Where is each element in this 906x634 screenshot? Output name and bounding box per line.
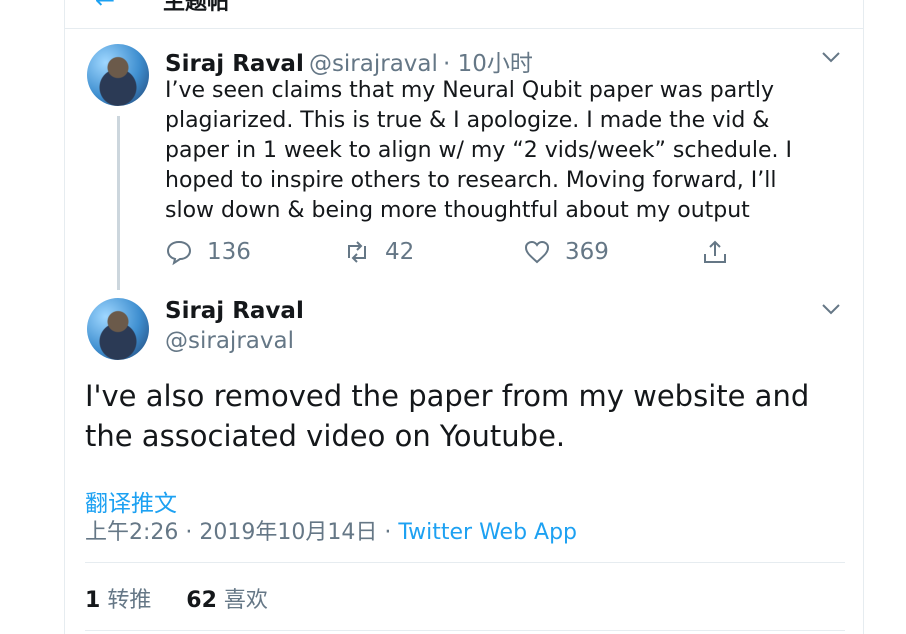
translate-tweet-link[interactable]: 翻译推文: [85, 484, 177, 518]
like-button[interactable]: 369: [523, 238, 609, 266]
divider: [85, 562, 845, 563]
tweet-text: I’ve seen claims that my Neural Qubit pa…: [165, 78, 792, 223]
retweets-stat[interactable]: 1 转推: [85, 588, 151, 613]
like-count: 369: [565, 239, 609, 265]
avatar[interactable]: [87, 298, 149, 360]
author-handle[interactable]: @sirajraval: [165, 328, 294, 354]
tweet-timestamp[interactable]: 上午2:26 · 2019年10月14日 ·: [85, 520, 398, 545]
avatar[interactable]: [87, 44, 149, 106]
author-handle[interactable]: @sirajraval: [309, 51, 438, 77]
retweet-count: 42: [385, 239, 415, 265]
chevron-down-icon[interactable]: [821, 300, 841, 321]
engagement-stats: 1 转推 62 喜欢: [85, 582, 268, 614]
reply-icon: [166, 240, 192, 266]
share-button[interactable]: [701, 238, 743, 266]
tweet-header: Siraj Raval @sirajraval · 10小时: [165, 44, 533, 78]
likes-number: 62: [186, 588, 217, 613]
divider: [85, 630, 845, 631]
tweet-time[interactable]: · 10小时: [443, 51, 533, 77]
retweet-icon: [348, 241, 366, 263]
reply-count: 136: [207, 239, 251, 265]
tweet-source-link[interactable]: Twitter Web App: [398, 520, 577, 545]
header-bar: ← 主题帖: [65, 0, 863, 29]
author-handle-row: @sirajraval: [165, 328, 294, 354]
thread-panel: ← 主题帖 Siraj Raval @sirajraval · 10小时 I’v…: [64, 0, 864, 634]
chevron-down-icon[interactable]: [821, 48, 841, 69]
author-name-row: Siraj Raval: [165, 298, 304, 324]
likes-stat[interactable]: 62 喜欢: [186, 588, 268, 613]
likes-label: 喜欢: [223, 588, 268, 613]
retweet-button[interactable]: 42: [343, 238, 414, 266]
retweets-label: 转推: [107, 588, 152, 613]
heart-icon: [524, 240, 550, 264]
reply-button[interactable]: 136: [165, 238, 251, 266]
share-icon: [704, 240, 726, 263]
author-name[interactable]: Siraj Raval: [165, 51, 304, 77]
tweet-text: I've also removed the paper from my webs…: [85, 379, 810, 453]
author-name[interactable]: Siraj Raval: [165, 298, 304, 324]
tweet-metadata: 上午2:26 · 2019年10月14日 · Twitter Web App: [85, 514, 577, 546]
retweets-number: 1: [85, 588, 101, 613]
thread-connector-line: [117, 116, 120, 290]
tweet-actions: 136 42 369: [165, 238, 726, 274]
arrow-left-icon[interactable]: ←: [95, 0, 115, 14]
page-title: 主题帖: [163, 0, 230, 15]
